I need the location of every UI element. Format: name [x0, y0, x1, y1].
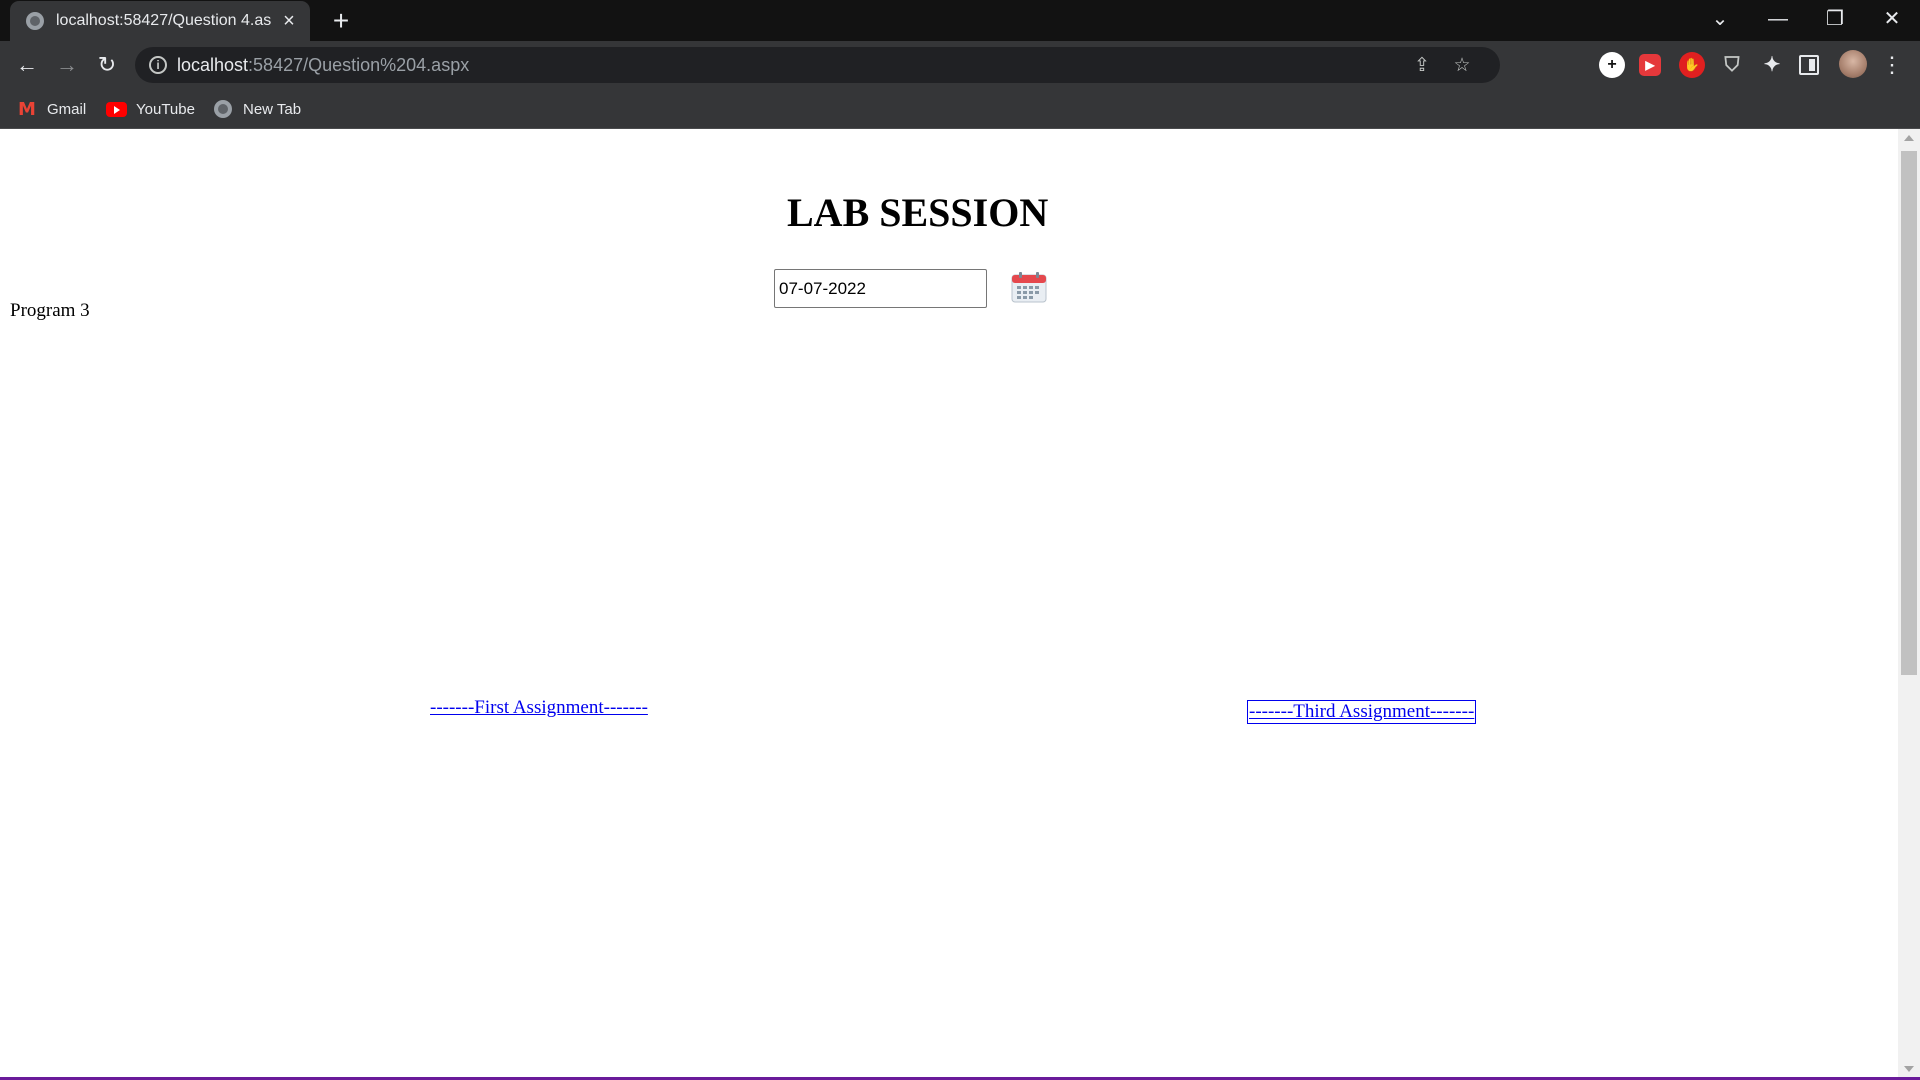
bookmark-label: Gmail — [47, 100, 87, 118]
bookmark-new-tab[interactable]: New Tab — [214, 98, 301, 120]
tab-search-button[interactable]: ⌄ — [1691, 0, 1749, 41]
gmail-icon — [18, 99, 38, 120]
browser-menu-icon[interactable]: ⋮ — [1880, 49, 1904, 81]
first-assignment-link[interactable]: -------First Assignment------- — [430, 697, 648, 719]
back-button[interactable]: ← — [11, 49, 43, 81]
new-tab-button[interactable]: + — [325, 6, 357, 38]
bookmark-label: YouTube — [136, 100, 195, 118]
address-bar[interactable]: i localhost:58427/Question%204.aspx ⇪ ☆ — [135, 47, 1500, 83]
extension-plus-icon[interactable]: + — [1599, 52, 1625, 78]
tab-title: localhost:58427/Question 4.aspx — [56, 12, 272, 29]
globe-icon — [214, 100, 232, 118]
vertical-scrollbar[interactable] — [1898, 129, 1920, 1078]
close-tab-icon[interactable]: × — [278, 10, 300, 32]
extensions-puzzle-icon[interactable]: ✦ — [1759, 52, 1785, 78]
active-tab[interactable]: localhost:58427/Question 4.aspx × — [10, 1, 310, 41]
bookmark-label: New Tab — [243, 100, 302, 118]
page-viewport: LAB SESSION Program 3 -------First Assig… — [0, 129, 1898, 1078]
scrollbar-thumb[interactable] — [1901, 151, 1917, 675]
scroll-up-arrow-icon[interactable] — [1904, 135, 1914, 141]
globe-icon — [26, 12, 44, 30]
url-text[interactable]: localhost:58427/Question%204.aspx — [177, 55, 469, 76]
page-title: LAB SESSION — [787, 190, 1049, 235]
side-panel-icon[interactable] — [1799, 55, 1819, 75]
extension-red-icon[interactable]: ▶ — [1639, 54, 1661, 76]
tab-strip: localhost:58427/Question 4.aspx × + ⌄ — … — [0, 0, 1920, 41]
shield-icon[interactable]: ⛉ — [1719, 52, 1745, 78]
bookmark-star-icon[interactable]: ☆ — [1450, 54, 1474, 78]
youtube-icon — [106, 101, 127, 117]
bookmarks-bar: Gmail YouTube New Tab — [0, 89, 1920, 129]
bookmark-gmail[interactable]: Gmail — [18, 98, 86, 120]
site-info-icon[interactable]: i — [149, 56, 167, 74]
browser-toolbar: ← → ↻ i localhost:58427/Question%204.asp… — [0, 41, 1920, 89]
third-assignment-link[interactable]: -------Third Assignment------- — [1247, 700, 1477, 724]
program-label: Program 3 — [10, 300, 90, 321]
bookmark-youtube[interactable]: YouTube — [106, 98, 195, 120]
share-icon[interactable]: ⇪ — [1410, 54, 1434, 78]
reload-button[interactable]: ↻ — [91, 49, 123, 81]
close-window-button[interactable]: ✕ — [1863, 0, 1920, 41]
forward-button[interactable]: → — [51, 49, 83, 81]
minimize-button[interactable]: — — [1749, 0, 1807, 41]
scroll-down-arrow-icon[interactable] — [1904, 1066, 1914, 1072]
maximize-button[interactable]: ❐ — [1806, 0, 1864, 41]
url-host: localhost — [177, 55, 249, 75]
url-path: :58427/Question%204.aspx — [248, 55, 470, 75]
date-input[interactable] — [774, 269, 987, 308]
calendar-icon[interactable] — [1011, 272, 1047, 303]
extension-stop-icon[interactable]: ✋ — [1679, 52, 1705, 78]
profile-avatar[interactable] — [1839, 50, 1867, 78]
